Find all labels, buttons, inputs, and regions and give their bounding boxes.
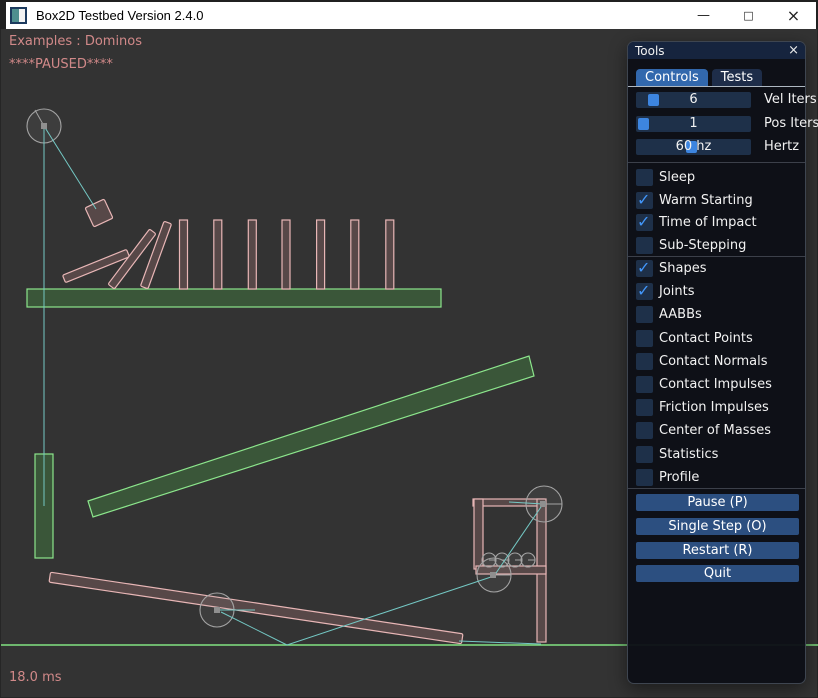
maximize-button[interactable]: □ — [726, 2, 771, 29]
checkbox-box[interactable] — [636, 469, 653, 486]
check-icon: ✓ — [637, 281, 650, 300]
checkbox-label: Joints — [659, 283, 695, 300]
button-pause-p[interactable]: Pause (P) — [636, 494, 799, 511]
checkbox-label: Contact Impulses — [659, 376, 772, 393]
tools-close-icon[interactable]: × — [788, 42, 799, 59]
caption-buttons: — □ × — [681, 2, 816, 29]
tab-underline — [628, 86, 805, 87]
checkbox-box[interactable] — [636, 306, 653, 323]
minimize-button[interactable]: — — [681, 2, 726, 29]
checkbox-label: Warm Starting — [659, 192, 753, 209]
joint-line — [44, 126, 96, 209]
checkbox-label: Sleep — [659, 169, 695, 186]
domino[interactable] — [180, 220, 188, 289]
checkbox-box[interactable]: ✓ — [636, 192, 653, 209]
button-single-step-o[interactable]: Single Step (O) — [636, 518, 799, 535]
tab-controls[interactable]: Controls — [636, 69, 708, 86]
domino-shelf — [27, 289, 441, 307]
check-icon: ✓ — [637, 212, 650, 231]
checkbox-box[interactable]: ✓ — [636, 260, 653, 277]
separator — [628, 162, 805, 163]
checkbox-box[interactable]: ✓ — [636, 214, 653, 231]
button-restart-r[interactable]: Restart (R) — [636, 542, 799, 559]
app-icon — [10, 7, 27, 24]
tools-panel-title: Tools — [635, 44, 665, 58]
maximize-icon: □ — [743, 9, 753, 22]
tab-tests[interactable]: Tests — [712, 69, 762, 86]
checkbox-label: Contact Normals — [659, 353, 768, 370]
joint-line — [459, 641, 541, 644]
checkbox-box[interactable] — [636, 399, 653, 416]
slider-value: 60 hz — [636, 139, 751, 155]
slider-label: Vel Iters — [764, 92, 817, 108]
checkbox-label: Shapes — [659, 260, 706, 277]
tools-panel: Tools × ControlsTests 6Vel Iters1Pos Ite… — [627, 41, 806, 684]
titlebar[interactable]: Box2D Testbed Version 2.4.0 — □ × — [6, 2, 816, 29]
slider-label: Pos Iters — [764, 116, 818, 132]
tab-bar: ControlsTests — [636, 69, 762, 86]
checkbox-label: AABBs — [659, 306, 702, 323]
domino[interactable] — [351, 220, 359, 289]
checkbox-box[interactable]: ✓ — [636, 283, 653, 300]
tilted-plank[interactable] — [49, 572, 463, 644]
pendulum-box[interactable] — [85, 199, 113, 227]
domino[interactable] — [282, 220, 290, 289]
checkbox-box[interactable] — [636, 169, 653, 186]
joint-anchor — [214, 607, 220, 613]
checkbox-label: Time of Impact — [659, 214, 757, 231]
domino[interactable] — [386, 220, 394, 289]
checkbox-label: Center of Masses — [659, 422, 771, 439]
falling-domino[interactable] — [140, 221, 171, 289]
checkbox-label: Friction Impulses — [659, 399, 769, 416]
joint-anchor — [540, 501, 546, 507]
close-button[interactable]: × — [771, 2, 816, 29]
close-icon: × — [787, 6, 800, 25]
check-icon: ✓ — [637, 190, 650, 209]
domino[interactable] — [214, 220, 222, 289]
checkbox-box[interactable] — [636, 376, 653, 393]
tools-panel-titlebar[interactable]: Tools × — [628, 42, 805, 59]
slider-value: 6 — [636, 92, 751, 108]
joint-anchor — [490, 572, 496, 578]
joint-line — [221, 612, 287, 645]
app-window: Box2D Testbed Version 2.4.0 — □ × Exampl… — [0, 0, 818, 698]
angled-plank — [88, 356, 534, 517]
checkbox-box[interactable] — [636, 237, 653, 254]
checkbox-label: Sub-Stepping — [659, 237, 746, 254]
checkbox-box[interactable] — [636, 446, 653, 463]
slider-value: 1 — [636, 116, 751, 132]
checkbox-label: Contact Points — [659, 330, 753, 347]
checkbox-label: Profile — [659, 469, 699, 486]
paused-label: ****PAUSED**** — [9, 57, 113, 72]
checkbox-box[interactable] — [636, 330, 653, 347]
checkbox-box[interactable] — [636, 353, 653, 370]
domino[interactable] — [248, 220, 256, 289]
button-quit[interactable]: Quit — [636, 565, 799, 582]
check-icon: ✓ — [637, 258, 650, 277]
frame-time-label: 18.0 ms — [9, 670, 62, 685]
domino[interactable] — [317, 220, 325, 289]
checkbox-box[interactable] — [636, 422, 653, 439]
checkbox-label: Statistics — [659, 446, 718, 463]
slider-label: Hertz — [764, 139, 799, 155]
minimize-icon: — — [697, 8, 710, 23]
separator — [628, 488, 805, 489]
joint-anchor — [41, 123, 47, 129]
example-label: Examples : Dominos — [9, 34, 142, 49]
window-title: Box2D Testbed Version 2.4.0 — [36, 8, 203, 23]
separator — [628, 256, 805, 257]
